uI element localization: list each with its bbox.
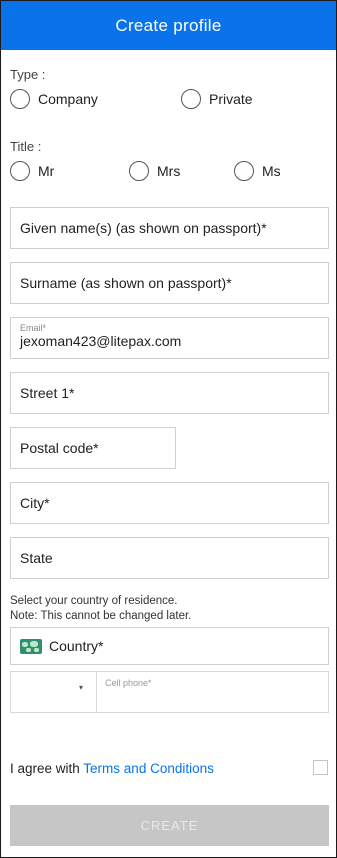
street1-field[interactable]: Street 1* [10,372,329,414]
create-profile-form: Create profile Type : Company Private Ti… [0,0,337,858]
terms-link[interactable]: Terms and Conditions [83,761,214,776]
chevron-down-icon: ▾ [79,683,84,692]
state-field[interactable]: State [10,537,329,579]
terms-agreement: I agree with Terms and Conditions [10,761,214,776]
postal-code-field[interactable]: Postal code* [10,427,176,469]
state-placeholder: State [20,550,53,566]
title-label: Title : [10,139,42,154]
country-code-select[interactable]: ▾ [10,671,96,713]
type-private-radio[interactable]: Private [181,87,253,111]
page-header: Create profile [1,1,336,50]
create-button[interactable]: CREATE [10,805,329,846]
surname-field[interactable]: Surname (as shown on passport)* [10,262,329,304]
title-ms-radio[interactable]: Ms [234,159,281,183]
email-field[interactable]: Email* jexoman423@litepax.com [10,317,329,359]
terms-prefix: I agree with [10,761,84,776]
radio-circle[interactable] [10,89,30,109]
country-placeholder: Country* [49,638,104,654]
type-company-radio[interactable]: Company [10,87,98,111]
title-mrs-radio[interactable]: Mrs [129,159,180,183]
title-ms-label: Ms [262,163,281,179]
title-mr-radio[interactable]: Mr [10,159,54,183]
surname-placeholder: Surname (as shown on passport)* [20,275,232,291]
radio-circle[interactable] [10,161,30,181]
title-mrs-label: Mrs [157,163,181,179]
type-company-label: Company [38,91,98,107]
type-label: Type : [10,67,46,82]
cell-phone-field[interactable]: Cell phone* [96,671,329,713]
radio-circle[interactable] [129,161,149,181]
given-name-placeholder: Given name(s) (as shown on passport)* [20,220,267,236]
given-name-field[interactable]: Given name(s) (as shown on passport)* [10,207,329,249]
cell-phone-label: Cell phone* [105,678,152,688]
country-note: Select your country of residence. Note: … [10,594,191,624]
radio-circle[interactable] [234,161,254,181]
email-value: jexoman423@litepax.com [20,333,182,349]
country-select[interactable]: Country* [10,627,329,665]
postal-code-placeholder: Postal code* [20,440,99,456]
phone-input-group: ▾ Cell phone* [10,671,329,713]
page-title: Create profile [115,15,222,35]
city-placeholder: City* [20,495,50,511]
title-mr-label: Mr [38,163,55,179]
street1-placeholder: Street 1* [20,385,75,401]
email-label: Email* [20,323,47,333]
type-private-label: Private [209,91,253,107]
terms-checkbox[interactable] [313,760,328,775]
country-note-line2: Note: This cannot be changed later. [10,610,192,622]
radio-circle[interactable] [181,89,201,109]
country-note-line1: Select your country of residence. [10,595,178,607]
city-field[interactable]: City* [10,482,329,524]
world-map-icon [20,638,42,654]
